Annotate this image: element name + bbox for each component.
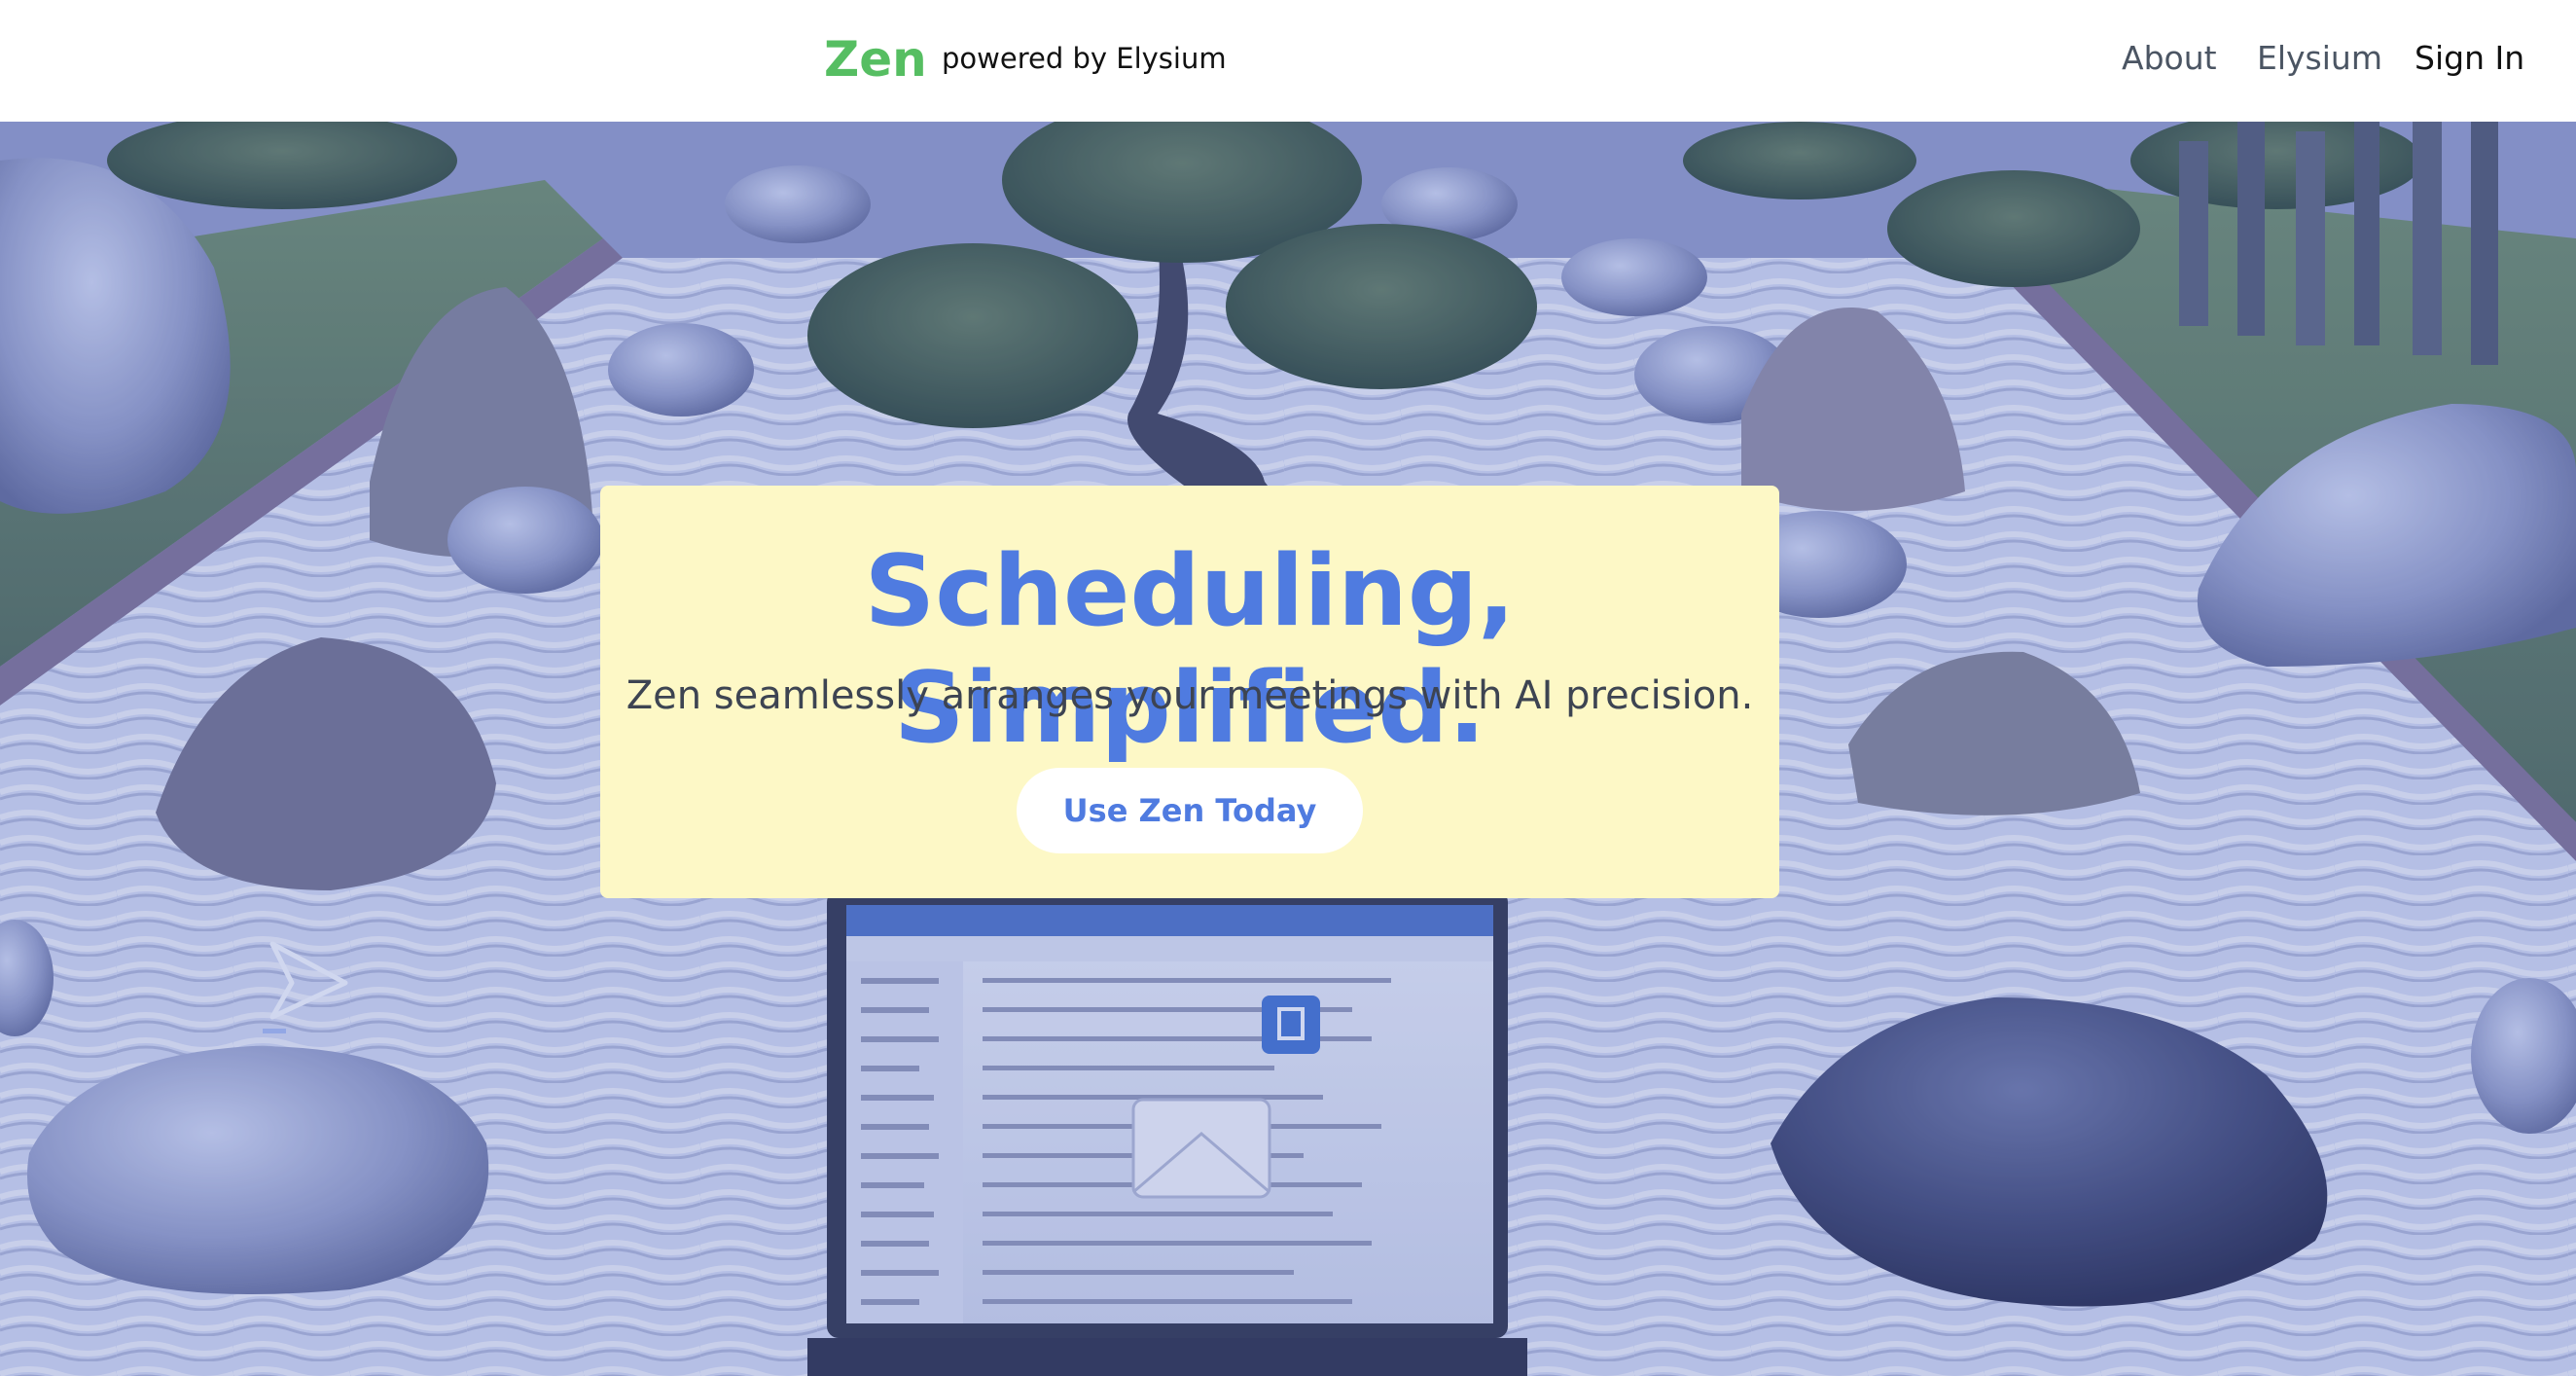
brand-logo-zen[interactable]: Zen xyxy=(824,27,927,91)
hero-headline: Scheduling, Simplified. xyxy=(864,533,1516,765)
powered-by-label: powered by Elysium xyxy=(942,42,1227,75)
hero-card: Scheduling, Simplified. Zen seamlessly a… xyxy=(600,486,1779,898)
nav-link-elysium[interactable]: Elysium xyxy=(2257,37,2382,80)
sign-in-link[interactable]: Sign In xyxy=(2415,37,2524,80)
top-navbar: Zen powered by Elysium About Elysium Sig… xyxy=(0,0,2576,122)
use-zen-today-button[interactable]: Use Zen Today xyxy=(1017,768,1363,853)
nav-link-about[interactable]: About xyxy=(2122,37,2217,80)
hero-section: Scheduling, Simplified. Zen seamlessly a… xyxy=(0,122,2576,1376)
hero-subheadline: Zen seamlessly arranges your meetings wi… xyxy=(626,673,1754,718)
